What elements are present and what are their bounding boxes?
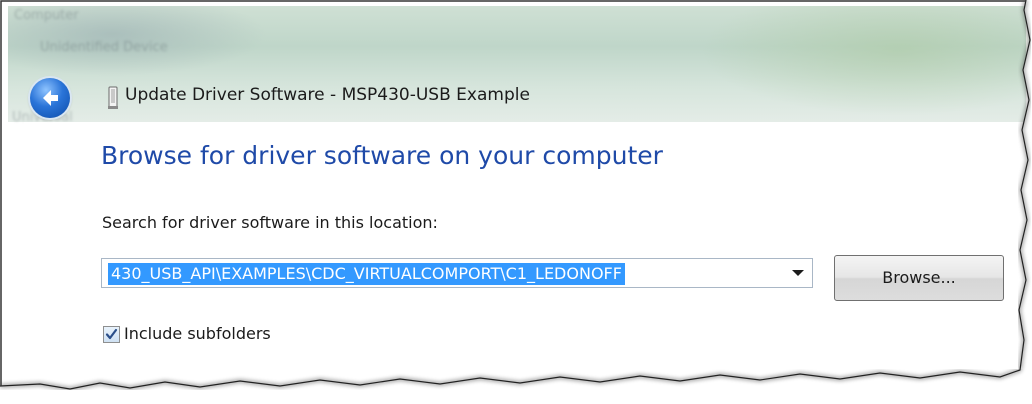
screenshot-stage: Computer Unidentified Device Universal U… [0, 0, 1032, 404]
torn-paper-frame [0, 0, 1032, 404]
